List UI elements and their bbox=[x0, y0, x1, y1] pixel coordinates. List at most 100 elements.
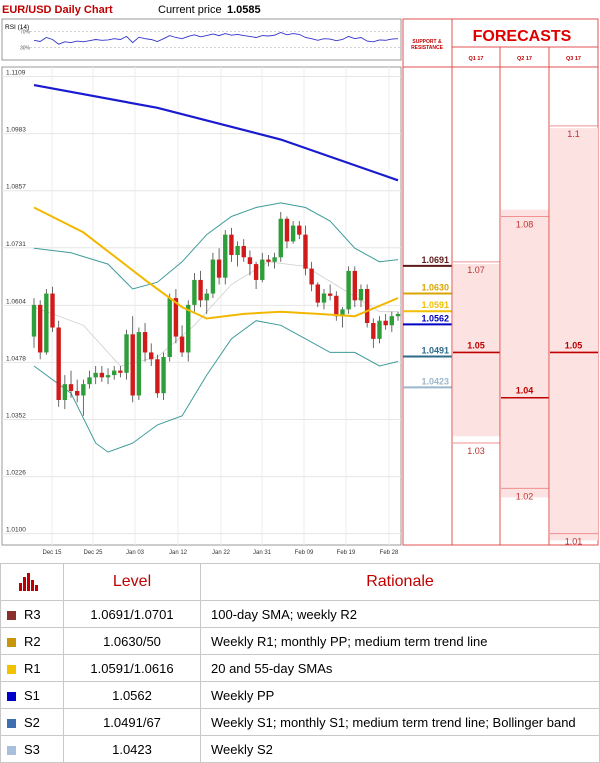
candle-body bbox=[272, 257, 277, 262]
candle-body bbox=[99, 372, 105, 378]
sr-level-label-r3: 1.0691 bbox=[421, 255, 449, 265]
table-header-icon-cell bbox=[0, 563, 64, 601]
candle-body bbox=[56, 327, 61, 401]
level-key-cell: R3 bbox=[0, 600, 64, 628]
table-row: R2 1.0630/50 Weekly R1; monthly PP; medium… bbox=[0, 627, 600, 655]
candle-body bbox=[124, 334, 129, 373]
candle-body bbox=[297, 225, 302, 235]
table-row: S3 1.0423 Weekly S2 bbox=[0, 735, 600, 763]
level-color-swatch bbox=[7, 691, 16, 701]
forecast-level-label: 1.02 bbox=[516, 491, 534, 501]
price-tick-label: 1.0352 bbox=[6, 412, 26, 419]
rsi-level-label: 70% bbox=[20, 30, 31, 36]
level-value: 1.0562 bbox=[63, 681, 201, 709]
level-color-swatch bbox=[7, 610, 16, 620]
candle-body bbox=[247, 257, 253, 265]
candle-body bbox=[68, 384, 74, 391]
price-tick-label: 1.0226 bbox=[6, 470, 26, 477]
level-rationale: Weekly R1; monthly PP; medium term trend… bbox=[200, 627, 600, 655]
price-tick-label: 1.0478 bbox=[6, 355, 26, 362]
forecast-range-band bbox=[550, 128, 598, 541]
forecast-level-label: 1.08 bbox=[516, 220, 534, 230]
candle-body bbox=[260, 259, 265, 280]
forecast-level-label: 1.07 bbox=[467, 265, 485, 275]
forecast-column-header: Q3 17 bbox=[566, 56, 581, 62]
level-key-cell: S2 bbox=[0, 708, 64, 736]
level-color-swatch bbox=[7, 718, 16, 728]
level-value: 1.0491/67 bbox=[63, 708, 201, 736]
rsi-level-label: 30% bbox=[20, 45, 31, 51]
candle-body bbox=[161, 356, 166, 394]
price-tick-label: 1.0857 bbox=[6, 184, 26, 191]
forecasts-title: FORECASTS bbox=[473, 28, 572, 45]
candle-body bbox=[87, 377, 92, 385]
current-price-label: Current price bbox=[158, 4, 222, 16]
sr-level-label-s2: 1.0491 bbox=[421, 346, 449, 356]
candle-body bbox=[62, 384, 68, 401]
candle-body bbox=[112, 370, 117, 376]
candle-body bbox=[266, 259, 271, 262]
sr-level-label-r1: 1.0591 bbox=[421, 300, 449, 310]
level-value: 1.0630/50 bbox=[63, 627, 201, 655]
forecast-level-label: 1.05 bbox=[467, 340, 485, 350]
x-tick-label: Feb 09 bbox=[295, 550, 314, 556]
x-tick-label: Jan 31 bbox=[253, 550, 272, 556]
candle-body bbox=[395, 313, 401, 317]
candle-body bbox=[278, 218, 283, 258]
candle-body bbox=[223, 234, 228, 278]
candle-body bbox=[50, 293, 55, 328]
price-plot-area bbox=[1, 66, 402, 546]
price-tick-label: 1.0100 bbox=[6, 527, 26, 534]
price-tick-label: 1.1109 bbox=[6, 70, 26, 77]
candle-body bbox=[74, 390, 80, 396]
sr-header-line-2: RESISTANCE bbox=[411, 45, 444, 51]
eurusd-chart: EUR/USD Daily Chart Current price 1.0585… bbox=[1, 4, 599, 556]
table-row: S1 1.0562 Weekly PP bbox=[0, 681, 600, 709]
level-rationale: Weekly PP bbox=[200, 681, 600, 709]
candle-body bbox=[321, 293, 327, 303]
level-rationale: Weekly S2 bbox=[200, 735, 600, 763]
candle-body bbox=[118, 370, 123, 373]
price-tick-label: 1.0983 bbox=[6, 127, 26, 134]
table-row: R1 1.0591/1.0616 20 and 55-day SMAs bbox=[0, 654, 600, 682]
candle-body bbox=[358, 289, 364, 301]
level-value: 1.0691/1.0701 bbox=[63, 600, 201, 628]
level-color-swatch bbox=[7, 745, 16, 755]
candle-body bbox=[303, 234, 308, 269]
level-key: S3 bbox=[24, 741, 40, 757]
level-rationale: 20 and 55-day SMAs bbox=[200, 654, 600, 682]
forecast-level-label: 1.01 bbox=[565, 537, 583, 547]
forecast-column-header: Q2 17 bbox=[517, 56, 532, 62]
candle-body bbox=[204, 293, 209, 301]
level-color-swatch bbox=[7, 637, 16, 647]
candle-body bbox=[192, 279, 197, 305]
chart-title: EUR/USD Daily Chart bbox=[2, 4, 113, 16]
candle-body bbox=[44, 293, 49, 353]
candle-body bbox=[284, 218, 290, 242]
candle-body bbox=[352, 270, 358, 301]
forecast-range-band bbox=[501, 209, 549, 498]
level-color-swatch bbox=[7, 664, 16, 674]
candle-body bbox=[93, 372, 98, 378]
candle-body bbox=[364, 289, 370, 323]
candle-body bbox=[253, 264, 259, 280]
forecast-level-label: 1.05 bbox=[565, 340, 583, 350]
sr-level-label-s1: 1.0562 bbox=[421, 313, 449, 323]
level-rationale: Weekly S1; monthly S1; medium term trend… bbox=[200, 708, 600, 736]
candle-body bbox=[290, 225, 296, 242]
x-tick-label: Jan 22 bbox=[212, 550, 231, 556]
price-tick-label: 1.0604 bbox=[6, 298, 26, 305]
x-tick-label: Jan 12 bbox=[169, 550, 188, 556]
current-price-value: 1.0585 bbox=[227, 4, 261, 16]
table-header-row: Level Rationale bbox=[0, 563, 600, 601]
candle-body bbox=[327, 293, 333, 296]
candle-body bbox=[383, 320, 388, 326]
candle-body bbox=[309, 268, 314, 285]
candle-body bbox=[377, 320, 382, 339]
x-tick-label: Jan 03 bbox=[126, 550, 145, 556]
levels-table: Level Rationale R3 1.0691/1.0701 100-day S… bbox=[0, 563, 600, 763]
candle-body bbox=[198, 279, 203, 301]
candle-body bbox=[346, 270, 351, 310]
x-tick-label: Feb 28 bbox=[380, 550, 399, 556]
candle-body bbox=[334, 295, 339, 317]
